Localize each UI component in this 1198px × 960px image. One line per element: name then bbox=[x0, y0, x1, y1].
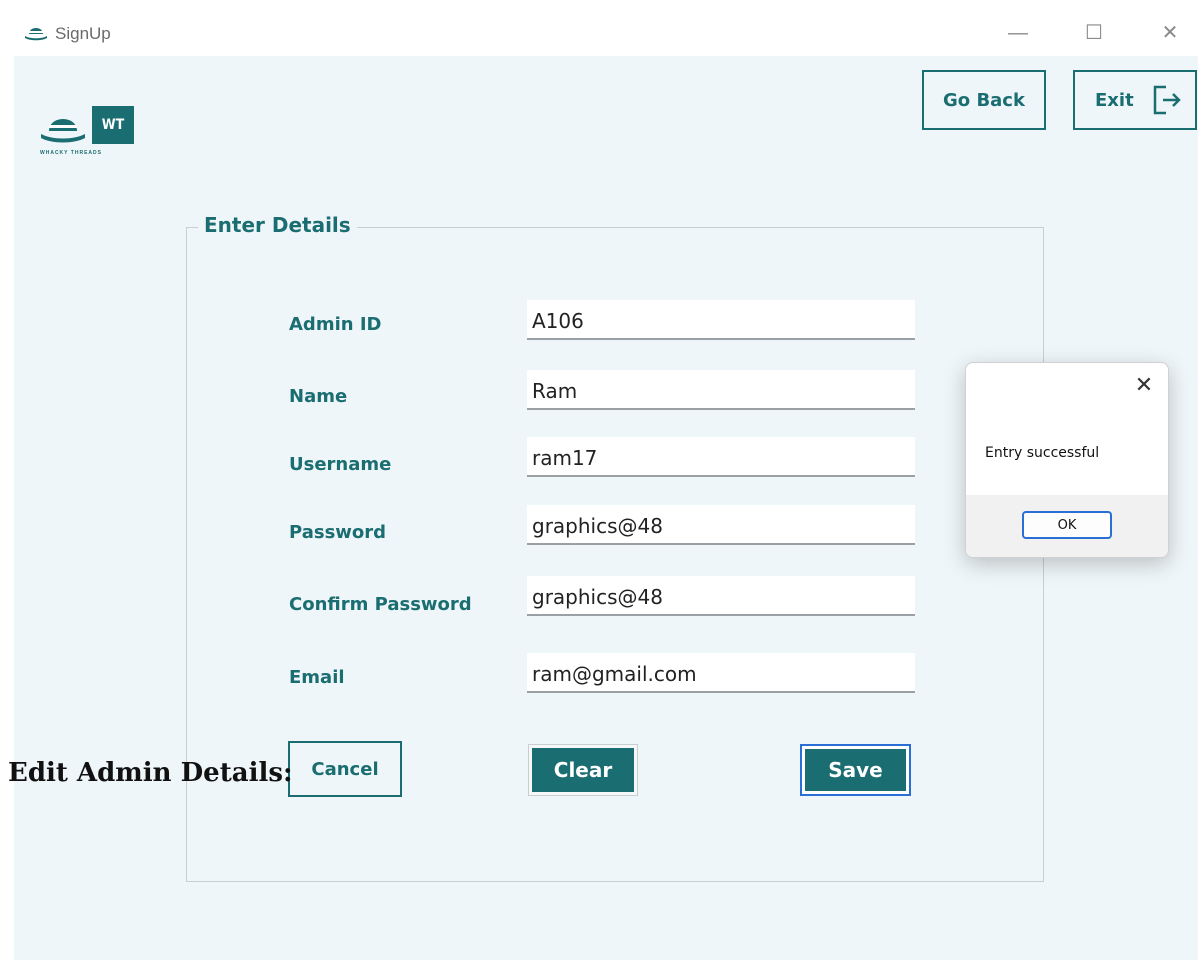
dialog-message: Entry successful bbox=[985, 445, 1100, 461]
window-title: SignUp bbox=[55, 24, 111, 43]
group-title: Enter Details bbox=[198, 213, 357, 237]
cancel-label: Cancel bbox=[311, 758, 379, 780]
dialog-ok-button[interactable]: OK bbox=[1022, 511, 1112, 539]
admin-id-label: Admin ID bbox=[289, 314, 382, 335]
hat-icon bbox=[25, 28, 47, 41]
save-button[interactable]: Save bbox=[800, 744, 911, 796]
username-label: Username bbox=[289, 454, 392, 475]
hat-icon bbox=[41, 119, 85, 143]
email-field[interactable] bbox=[527, 653, 915, 693]
dialog-ok-label: OK bbox=[1057, 517, 1077, 533]
go-back-label: Go Back bbox=[943, 89, 1025, 111]
dialog-close-icon[interactable]: ✕ bbox=[1132, 371, 1156, 399]
clear-button[interactable]: Clear bbox=[528, 744, 638, 796]
exit-button[interactable]: Exit bbox=[1073, 70, 1197, 130]
password-field[interactable] bbox=[527, 505, 915, 545]
go-back-button[interactable]: Go Back bbox=[922, 70, 1046, 130]
confirm-password-field[interactable] bbox=[527, 576, 915, 616]
logout-icon bbox=[1153, 85, 1181, 115]
title-bar: SignUp — ☐ ✕ bbox=[0, 0, 1198, 56]
password-label: Password bbox=[289, 522, 387, 543]
overlay-heading: Edit Admin Details: bbox=[8, 758, 293, 788]
clear-label: Clear bbox=[532, 748, 634, 792]
minimize-button[interactable]: — bbox=[1003, 18, 1033, 48]
logo-caption: WHACKY THREADS bbox=[40, 150, 102, 156]
confirm-password-label: Confirm Password bbox=[289, 594, 472, 615]
username-field[interactable] bbox=[527, 437, 915, 477]
dialog-footer: OK bbox=[966, 495, 1168, 557]
name-label: Name bbox=[289, 386, 348, 407]
exit-label: Exit bbox=[1095, 89, 1134, 111]
close-window-button[interactable]: ✕ bbox=[1155, 18, 1185, 48]
message-dialog: ✕ Entry successful OK bbox=[965, 362, 1169, 558]
name-field[interactable] bbox=[527, 370, 915, 410]
save-label: Save bbox=[805, 749, 906, 791]
admin-id-field[interactable] bbox=[527, 300, 915, 340]
maximize-button[interactable]: ☐ bbox=[1079, 18, 1109, 48]
logo-monogram: WT bbox=[92, 106, 134, 144]
cancel-button[interactable]: Cancel bbox=[288, 741, 402, 797]
email-label: Email bbox=[289, 667, 345, 688]
